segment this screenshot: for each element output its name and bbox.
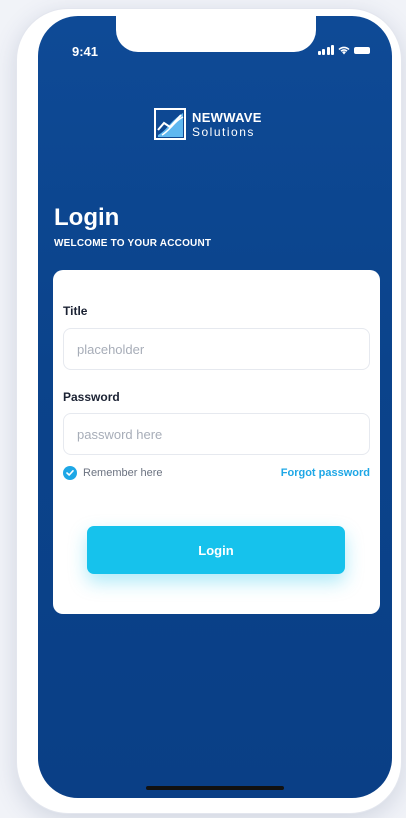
brand-logo: NEWWAVE Solutions	[154, 108, 262, 140]
status-time: 9:41	[72, 44, 99, 59]
title-input[interactable]: placeholder	[63, 328, 370, 370]
app-screen: 9:41 NEWWAVE Solutions Login WELCOME TO …	[38, 16, 392, 798]
battery-icon	[354, 47, 370, 54]
page-subtitle: WELCOME TO YOUR ACCOUNT	[54, 238, 212, 249]
login-button[interactable]: Login	[87, 526, 345, 574]
password-placeholder: password here	[77, 426, 163, 442]
status-icons	[317, 45, 370, 55]
device-notch	[116, 16, 316, 52]
page-title: Login	[54, 204, 120, 231]
signal-icon	[317, 45, 334, 55]
title-placeholder: placeholder	[77, 341, 145, 357]
login-card: Title placeholder Password password here…	[53, 270, 380, 614]
password-label: Password	[63, 390, 120, 404]
check-icon[interactable]	[63, 466, 77, 480]
remember-label: Remember here	[83, 467, 163, 479]
newwave-logo-icon	[154, 108, 186, 140]
title-label: Title	[63, 304, 88, 318]
brand-name: NEWWAVE	[192, 109, 262, 125]
home-indicator	[146, 786, 284, 790]
brand-subtitle: Solutions	[192, 124, 255, 139]
forgot-password-link[interactable]: Forgot password	[281, 467, 370, 479]
password-input[interactable]: password here	[63, 413, 370, 455]
remember-checkbox[interactable]: Remember here	[63, 466, 162, 480]
wifi-icon	[338, 46, 350, 55]
